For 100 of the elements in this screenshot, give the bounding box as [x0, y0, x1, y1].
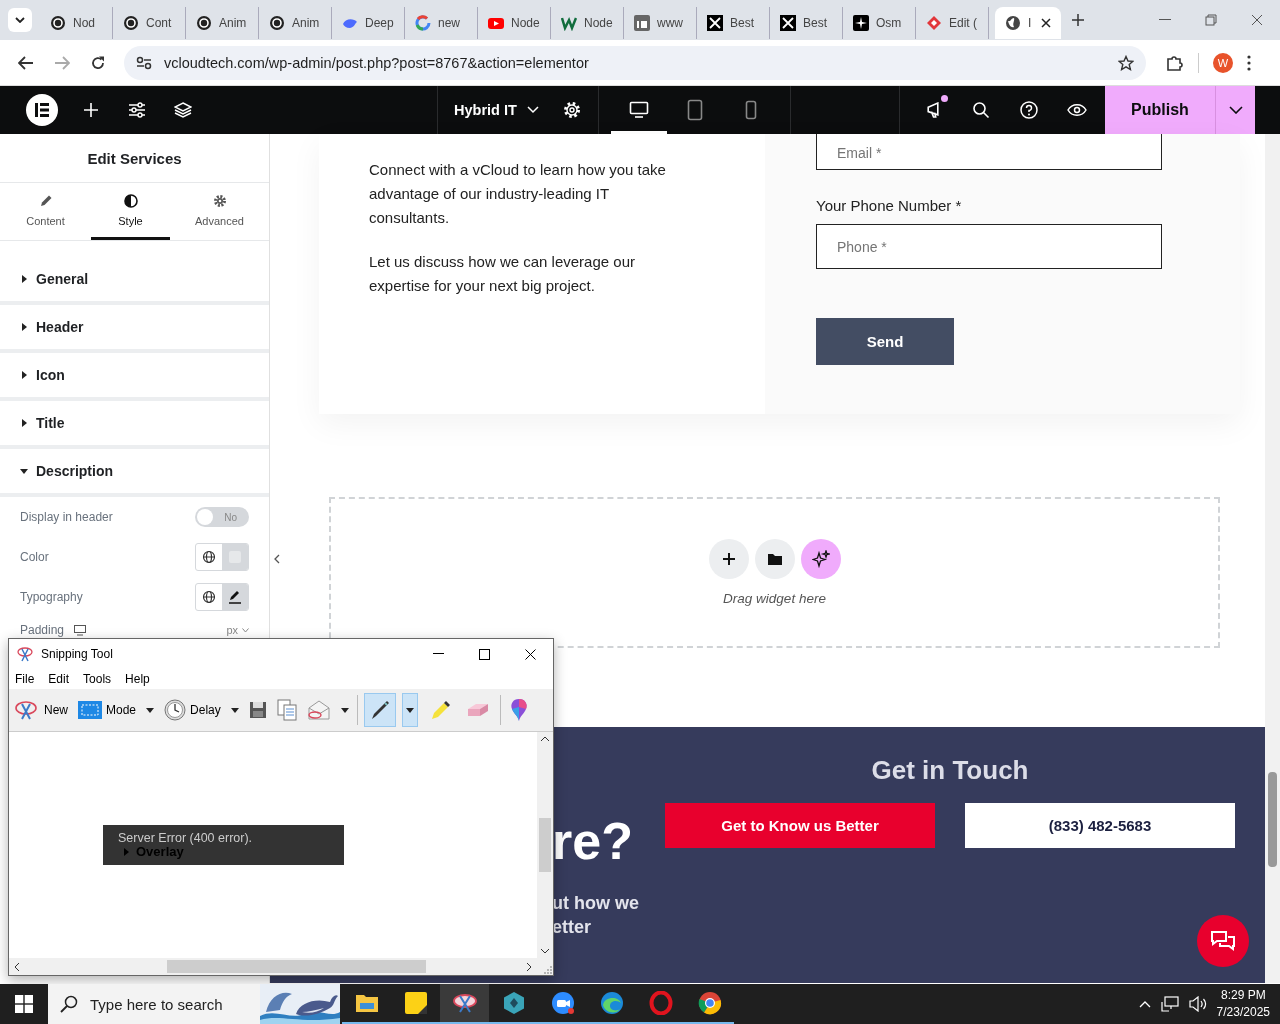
caret-icon — [405, 707, 414, 713]
pencil-icon — [38, 193, 53, 208]
send-button[interactable]: Send — [816, 318, 954, 365]
panel-tab[interactable]: Advanced — [170, 183, 269, 240]
tile-icon — [634, 15, 650, 31]
knot-icon — [269, 15, 285, 31]
control-label: Typography — [20, 590, 83, 604]
plus-icon[interactable] — [1071, 13, 1085, 27]
search-field[interactable]: Type here to search — [48, 984, 340, 1024]
scroll-thumb[interactable] — [539, 818, 551, 872]
cta-button[interactable]: Get to Know us Better — [665, 803, 935, 848]
date-text: 7/23/2025 — [1216, 1004, 1270, 1021]
site-settings-icon[interactable] — [136, 55, 152, 70]
new-button[interactable]: New — [12, 693, 70, 727]
mode-button[interactable]: Mode — [76, 693, 139, 727]
tool-button[interactable] — [363, 693, 396, 727]
panel-tab[interactable]: Style — [91, 183, 170, 240]
scrollbar[interactable] — [1265, 134, 1280, 983]
profile-avatar[interactable]: W — [1213, 52, 1233, 73]
volume-icon[interactable] — [1188, 996, 1207, 1012]
edit-button[interactable] — [222, 584, 248, 610]
browser-tab[interactable]: Nod — [40, 7, 113, 39]
template-button[interactable] — [754, 539, 795, 579]
unit-dropdown[interactable]: px — [226, 624, 249, 636]
browser-tab[interactable]: new — [405, 7, 478, 39]
horizontal-scrollbar[interactable] — [9, 958, 537, 975]
camera-icon — [550, 991, 575, 1015]
cross-icon — [707, 15, 723, 31]
browser-tab[interactable]: Anim — [259, 7, 332, 39]
knot-icon — [196, 15, 212, 31]
browser-tab[interactable]: www — [624, 7, 697, 39]
scroll-left-icon[interactable] — [13, 961, 21, 972]
menu-item[interactable]: Tools — [83, 672, 112, 686]
phone-field[interactable]: Phone * — [816, 224, 1162, 269]
folder-icon — [766, 552, 783, 566]
layers-icon — [174, 101, 192, 119]
browser-tab[interactable]: Best — [770, 7, 843, 39]
panel-tab[interactable]: Content — [0, 183, 91, 240]
address-bar[interactable]: vcloudtech.com/wp-admin/post.php?post=8767&action=elementor — [124, 45, 1146, 80]
page-title-dropdown[interactable]: Hybrid IT — [454, 102, 539, 118]
browser-tab[interactable]: Node — [478, 7, 551, 39]
sliders-icon — [128, 102, 146, 118]
globe-icon — [1005, 15, 1021, 31]
publish-button[interactable]: Publish — [1105, 86, 1215, 134]
browser-tab[interactable]: Best — [697, 7, 770, 39]
url-text: vcloudtech.com/wp-admin/post.php?post=8767&action=elementor — [164, 54, 589, 71]
star-icon[interactable] — [1118, 54, 1134, 71]
dropdown-button[interactable] — [401, 693, 418, 727]
phone-button[interactable]: (833) 482-5683 — [965, 803, 1235, 848]
clock[interactable]: 8:29 PM 7/23/2025 — [1216, 987, 1270, 1021]
browser-tab[interactable]: Edit ( — [916, 7, 989, 39]
menu-icon[interactable] — [1247, 54, 1251, 71]
ai-button[interactable] — [800, 539, 841, 579]
scroll-right-icon[interactable] — [525, 961, 533, 972]
cta-heading: re? — [552, 811, 633, 871]
sparkle-icon — [811, 550, 830, 568]
scroll-thumb[interactable] — [167, 960, 426, 973]
play-icon — [488, 15, 504, 31]
delay-button[interactable]: Delay — [162, 693, 223, 727]
plus-icon — [83, 102, 99, 118]
logo-button[interactable] — [26, 94, 58, 126]
reload-icon — [90, 54, 106, 71]
menu-item[interactable]: Edit — [48, 672, 70, 686]
email-field[interactable]: Email * — [816, 134, 1162, 170]
monitor-icon[interactable] — [74, 624, 87, 636]
taskbar-app-button[interactable] — [440, 984, 489, 1024]
browser-tab[interactable]: Deep — [332, 7, 405, 39]
menu-item[interactable]: Help — [125, 672, 150, 686]
scissors-icon — [451, 992, 478, 1014]
browser-tab[interactable]: Cont — [113, 7, 186, 39]
browser-tab[interactable]: Node — [551, 7, 624, 39]
browser-tab[interactable]: Osm — [843, 7, 916, 39]
close-icon[interactable] — [1041, 18, 1051, 28]
browser-tab[interactable]: I — [995, 7, 1061, 39]
add-section-button[interactable] — [708, 539, 749, 579]
maximize-icon — [478, 648, 490, 660]
caret-icon — [230, 707, 239, 713]
caret-icon[interactable] — [1138, 1000, 1151, 1008]
chevron-down-icon — [15, 17, 25, 23]
forward-arrow-icon — [54, 55, 70, 70]
search-icon — [60, 995, 78, 1013]
back-arrow-icon — [18, 55, 34, 70]
globe-icon — [202, 550, 216, 564]
tab-search-button[interactable] — [8, 8, 32, 32]
browser-tab[interactable]: Anim — [186, 7, 259, 39]
diamond-icon — [926, 15, 942, 31]
ring-icon — [648, 991, 673, 1015]
field-label: Your Phone Number * — [816, 197, 963, 214]
window-title: Snipping Tool — [41, 647, 113, 661]
eye-icon — [1067, 103, 1087, 117]
network-icon[interactable] — [1160, 996, 1179, 1012]
color-swatch-button[interactable] — [222, 544, 248, 570]
control-label: Padding — [20, 623, 65, 637]
chevron-down-icon — [526, 106, 539, 114]
vertical-scrollbar[interactable] — [537, 732, 553, 958]
close-icon — [1251, 14, 1263, 26]
puzzle-icon[interactable] — [1166, 53, 1184, 72]
hexagon-icon — [502, 991, 525, 1015]
chevron-down-icon — [1228, 106, 1243, 114]
menu-item[interactable]: File — [15, 672, 35, 686]
